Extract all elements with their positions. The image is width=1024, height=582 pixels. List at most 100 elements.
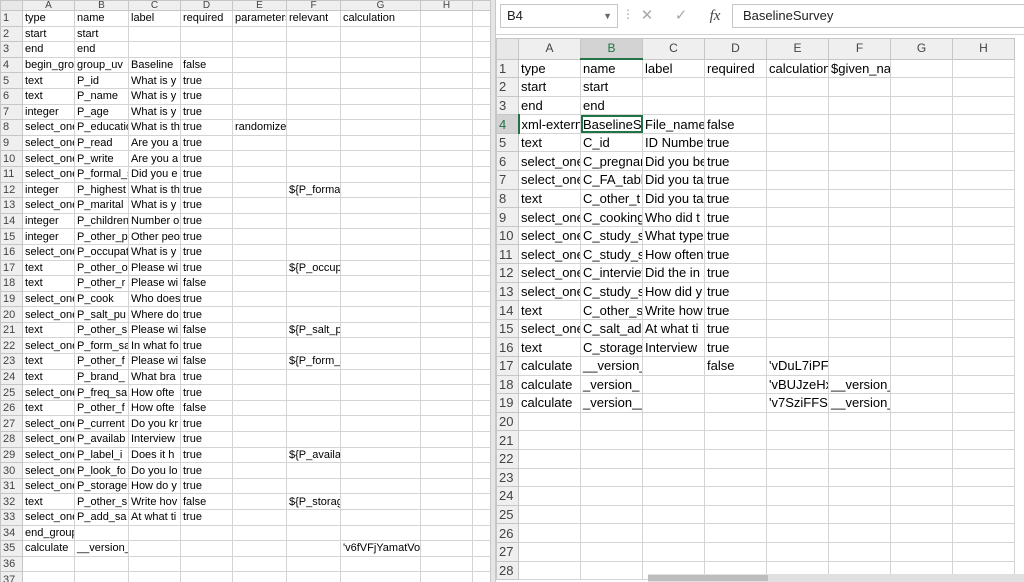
- cell-f9[interactable]: [828, 207, 891, 227]
- cell-a13[interactable]: select_one: [518, 281, 581, 302]
- cell-b21[interactable]: [580, 430, 643, 450]
- cell-e17[interactable]: [232, 259, 287, 277]
- row-header[interactable]: 14: [496, 300, 519, 320]
- cell-e10[interactable]: [232, 150, 287, 167]
- cell-c16[interactable]: Interview: [642, 337, 705, 357]
- column-header-a[interactable]: A: [518, 38, 581, 60]
- cell-f3[interactable]: [828, 95, 891, 116]
- row-header[interactable]: 15: [0, 228, 23, 245]
- cell-c3[interactable]: [128, 41, 181, 58]
- cell-h2[interactable]: [952, 77, 1015, 97]
- cell-g6[interactable]: [890, 151, 953, 172]
- cell-d24[interactable]: [704, 486, 767, 506]
- cell-d2[interactable]: [704, 77, 767, 97]
- cell-b4[interactable]: group_uv: [74, 56, 129, 74]
- cell-b19[interactable]: _version__001: [580, 393, 643, 413]
- cell-b13[interactable]: P_marital: [74, 197, 129, 214]
- cell-h24[interactable]: [952, 486, 1015, 506]
- cell-i25[interactable]: [472, 384, 490, 401]
- cell-i27[interactable]: [472, 415, 490, 433]
- row-header[interactable]: 4: [496, 114, 520, 134]
- cancel-icon[interactable]: ✕: [636, 6, 658, 26]
- cell-d35[interactable]: [180, 540, 233, 557]
- row-header[interactable]: 25: [496, 504, 519, 525]
- cell-a12[interactable]: integer: [22, 181, 75, 199]
- cell-e19[interactable]: 'v7SziFFSJ: [766, 393, 829, 413]
- cell-d4[interactable]: false: [704, 114, 767, 134]
- cell-d10[interactable]: true: [704, 225, 767, 246]
- cell-b20[interactable]: P_salt_pu: [74, 306, 129, 323]
- cell-h3[interactable]: [952, 95, 1015, 116]
- cell-i18[interactable]: [472, 275, 490, 292]
- cell-f13[interactable]: [286, 197, 341, 214]
- cell-h9[interactable]: [952, 207, 1015, 227]
- cell-d11[interactable]: true: [180, 165, 233, 183]
- cell-c32[interactable]: Write hov: [128, 493, 181, 510]
- cell-h24[interactable]: [420, 368, 473, 386]
- cell-h33[interactable]: [420, 509, 473, 526]
- cell-g4[interactable]: [890, 114, 953, 134]
- cell-c35[interactable]: [128, 540, 181, 557]
- cell-b37[interactable]: [74, 571, 129, 582]
- cell-h27[interactable]: [420, 415, 473, 433]
- cell-c2[interactable]: [642, 77, 705, 97]
- cell-f35[interactable]: [286, 540, 341, 557]
- cell-f27[interactable]: [286, 415, 341, 433]
- cell-c20[interactable]: [642, 411, 705, 432]
- insert-function-icon[interactable]: fx: [704, 6, 726, 26]
- cell-g33[interactable]: [340, 509, 421, 526]
- cell-b3[interactable]: end: [74, 41, 129, 58]
- cell-d11[interactable]: true: [704, 244, 767, 265]
- cell-c7[interactable]: What is y: [128, 103, 181, 121]
- cell-g5[interactable]: [340, 72, 421, 89]
- cell-g3[interactable]: [890, 95, 953, 116]
- column-header-d[interactable]: D: [180, 0, 233, 11]
- cell-g9[interactable]: [340, 134, 421, 152]
- cell-g26[interactable]: [890, 523, 953, 543]
- cell-i15[interactable]: [472, 228, 490, 245]
- cell-h29[interactable]: [420, 446, 473, 464]
- cell-g7[interactable]: [890, 170, 953, 190]
- cell-d21[interactable]: false: [180, 321, 233, 339]
- cell-d23[interactable]: [704, 467, 767, 488]
- cell-c12[interactable]: Did the in: [642, 263, 705, 283]
- cell-f31[interactable]: [286, 477, 341, 495]
- cell-c7[interactable]: Did you ta: [642, 170, 705, 190]
- cell-e11[interactable]: [766, 244, 829, 265]
- cell-e16[interactable]: [766, 337, 829, 357]
- cell-h15[interactable]: [420, 228, 473, 245]
- cell-f15[interactable]: [828, 318, 891, 339]
- cell-c26[interactable]: How ofte: [128, 399, 181, 417]
- select-all-corner[interactable]: [0, 0, 23, 11]
- cell-i22[interactable]: [472, 337, 490, 355]
- cell-f22[interactable]: [286, 337, 341, 355]
- cell-h13[interactable]: [420, 197, 473, 214]
- cell-f16[interactable]: [286, 243, 341, 261]
- cell-h17[interactable]: [420, 259, 473, 277]
- cell-d3[interactable]: [704, 95, 767, 116]
- cell-g36[interactable]: [340, 555, 421, 573]
- cell-a36[interactable]: [22, 555, 75, 573]
- cell-e31[interactable]: [232, 477, 287, 495]
- cell-a26[interactable]: [518, 523, 581, 543]
- row-header[interactable]: 13: [0, 197, 23, 214]
- cell-f6[interactable]: [828, 151, 891, 172]
- cell-i16[interactable]: [472, 243, 490, 261]
- cell-i7[interactable]: [472, 103, 490, 121]
- cell-c2[interactable]: [128, 25, 181, 43]
- cell-a5[interactable]: text: [518, 132, 581, 153]
- cell-d8[interactable]: true: [704, 188, 767, 209]
- cell-e24[interactable]: [232, 368, 287, 386]
- row-header[interactable]: 22: [0, 337, 23, 355]
- cell-f8[interactable]: [828, 188, 891, 209]
- cell-e1[interactable]: parameters: [232, 10, 287, 27]
- cell-b26[interactable]: [580, 523, 643, 543]
- cell-e17[interactable]: 'vDuL7iPFi3vCboGKHY27Xa': [766, 356, 829, 376]
- column-header-h[interactable]: H: [952, 38, 1015, 60]
- cell-i14[interactable]: [472, 212, 490, 230]
- cell-i12[interactable]: [472, 181, 490, 199]
- cell-c10[interactable]: What type: [642, 225, 705, 246]
- cell-f17[interactable]: [828, 356, 891, 376]
- cell-g12[interactable]: [890, 263, 953, 283]
- cell-f4[interactable]: [828, 114, 891, 134]
